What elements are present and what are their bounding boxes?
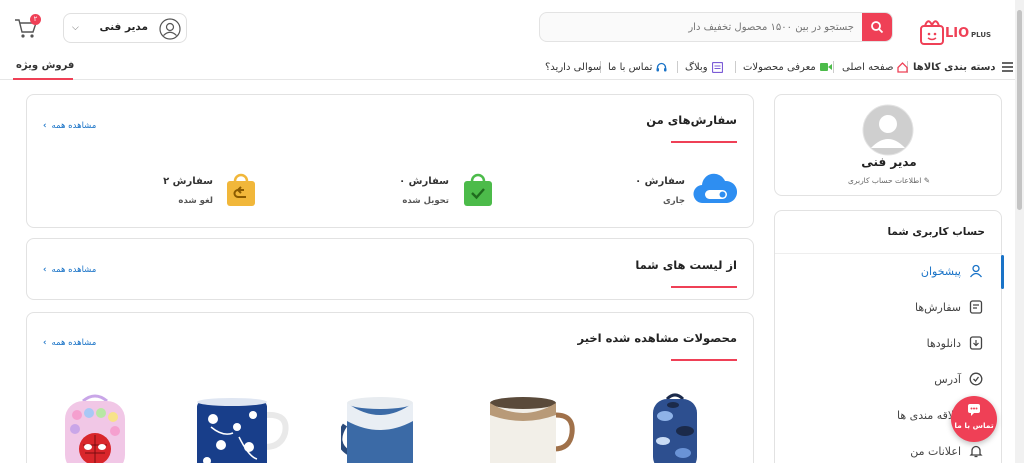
title-underline <box>671 141 737 143</box>
search-icon <box>871 21 884 34</box>
video-icon <box>819 62 832 72</box>
profile-card: مدیر فنی اطلاعات حساب کاربری ✎ <box>774 94 1002 196</box>
mug-floral-icon <box>197 398 289 463</box>
nav-products-label: معرفی محصولات <box>743 61 816 73</box>
nav-home[interactable]: صفحه اصلی <box>842 60 909 74</box>
special-sale-tab[interactable]: فروش ویژه <box>16 60 74 71</box>
chevron-left-icon: ‹ <box>43 265 47 275</box>
nav-contact[interactable]: تماس با ما <box>608 60 667 74</box>
site-logo[interactable]: LIO PLUS <box>918 14 998 48</box>
sidebar-item-label: سفارش‌ها <box>914 300 961 314</box>
user-name: مدیر فنی <box>99 21 148 33</box>
profile-avatar-icon <box>862 104 914 156</box>
logo-text: LIO <box>945 26 970 41</box>
order-count-cancelled: ۲ سفارش <box>163 176 213 187</box>
sidebar-item-notifications[interactable]: اعلانات من <box>910 444 983 458</box>
user-avatar-icon <box>159 18 181 40</box>
see-all-label: مشاهده همه <box>51 338 97 348</box>
account-menu-title: حساب کاربری شما <box>887 226 985 238</box>
lists-title: از لیست های شما <box>635 258 737 272</box>
nav-blog-label: وبلاگ <box>685 61 708 73</box>
menu-icon <box>1001 62 1013 72</box>
search-bar <box>539 12 893 42</box>
download-icon <box>969 336 983 350</box>
orders-see-all[interactable]: ‹ مشاهده همه <box>43 121 96 131</box>
orders-card: سفارش‌های من ‹ مشاهده همه ۰ سفارش جاری ۰… <box>26 94 754 228</box>
contact-fab[interactable]: تماس با ما <box>951 396 997 442</box>
search-input[interactable] <box>554 19 854 35</box>
orders-title: سفارش‌های من <box>646 113 737 127</box>
order-count-current: ۰ سفارش <box>635 176 685 187</box>
cart-button[interactable]: ۲ <box>14 14 41 41</box>
orders-icon <box>969 300 983 314</box>
see-all-label: مشاهده همه <box>51 265 97 275</box>
sidebar-item-label: دانلودها <box>926 336 961 350</box>
blog-icon <box>711 61 723 73</box>
sidebar-item-label: اعلانات من <box>910 444 961 458</box>
title-underline <box>671 286 737 288</box>
search-button[interactable] <box>862 13 892 41</box>
lists-card: از لیست های شما ‹ مشاهده همه <box>26 238 754 300</box>
chevron-down-icon: ⌵ <box>72 23 79 33</box>
sidebar-item-dashboard[interactable]: پیشخوان <box>921 264 983 278</box>
contact-fab-label: تماس با ما <box>954 421 994 430</box>
edit-account-label: اطلاعات حساب کاربری <box>847 176 922 185</box>
nav-home-label: صفحه اصلی <box>842 61 894 73</box>
order-label-cancelled: لغو شده <box>178 196 213 206</box>
order-label-current: جاری <box>662 196 685 206</box>
site-header: LIO PLUS مدیر فنی ⌵ ۲ دسته بندی کالاها ص… <box>0 0 1024 80</box>
active-indicator <box>1001 255 1004 289</box>
product-backpack-camo[interactable] <box>635 391 715 463</box>
order-count-delivered: ۰ سفارش <box>399 176 449 187</box>
bell-icon <box>969 445 983 458</box>
logo-suffix: PLUS <box>971 31 992 39</box>
product-mug-blue[interactable] <box>337 395 441 463</box>
profile-name: مدیر فنی <box>861 155 917 169</box>
see-all-label: مشاهده همه <box>51 121 97 131</box>
nav-faq[interactable]: سوالی دارید؟ <box>545 60 601 74</box>
backpack-pink-icon <box>65 394 125 463</box>
backpack-camo-icon <box>653 393 697 463</box>
cloud-toggle-icon <box>693 173 737 204</box>
recent-see-all[interactable]: ‹ مشاهده همه <box>43 338 96 348</box>
edit-pencil-icon: ✎ <box>923 176 931 185</box>
sidebar-item-label: آدرس <box>934 372 961 386</box>
sidebar-item-orders[interactable]: سفارش‌ها <box>915 300 983 314</box>
nav-contact-label: تماس با ما <box>608 61 653 73</box>
mug-blue-icon <box>337 397 413 463</box>
user-icon <box>969 264 983 278</box>
nav-faq-label: سوالی دارید؟ <box>545 61 602 73</box>
mug-cream-icon <box>490 397 575 463</box>
recent-title: محصولات مشاهده شده اخیر <box>577 331 737 345</box>
headset-icon <box>656 62 667 73</box>
nav-blog[interactable]: وبلاگ <box>685 60 723 74</box>
product-backpack-pink[interactable] <box>55 393 135 463</box>
special-sale-underline <box>13 78 73 80</box>
chevron-left-icon: ‹ <box>43 121 47 131</box>
nav-products[interactable]: معرفی محصولات <box>743 60 832 74</box>
nav-categories-label: دسته بندی کالاها <box>913 61 996 73</box>
chat-icon <box>968 404 980 416</box>
location-icon <box>969 372 983 386</box>
bag-return-icon <box>227 173 255 206</box>
chevron-left-icon: ‹ <box>43 338 47 348</box>
scrollbar-thumb[interactable] <box>1017 10 1022 210</box>
title-underline <box>671 359 737 361</box>
sidebar-item-label: پیشخوان <box>920 264 961 278</box>
bag-check-icon <box>464 173 492 206</box>
lists-see-all[interactable]: ‹ مشاهده همه <box>43 265 96 275</box>
cart-count-badge: ۲ <box>30 14 41 25</box>
edit-account-link[interactable]: اطلاعات حساب کاربری ✎ <box>775 176 1003 185</box>
user-menu[interactable]: مدیر فنی ⌵ <box>63 13 187 43</box>
nav-categories[interactable]: دسته بندی کالاها <box>913 60 1013 74</box>
sidebar-item-downloads[interactable]: دانلودها <box>927 336 983 350</box>
sidebar-item-address[interactable]: آدرس <box>934 372 983 386</box>
recent-products-card: محصولات مشاهده شده اخیر ‹ مشاهده همه <box>26 312 754 463</box>
product-mug-floral[interactable] <box>193 397 293 463</box>
order-label-delivered: تحویل شده <box>402 196 449 206</box>
product-mug-cream[interactable] <box>482 393 582 463</box>
home-icon <box>897 61 909 73</box>
